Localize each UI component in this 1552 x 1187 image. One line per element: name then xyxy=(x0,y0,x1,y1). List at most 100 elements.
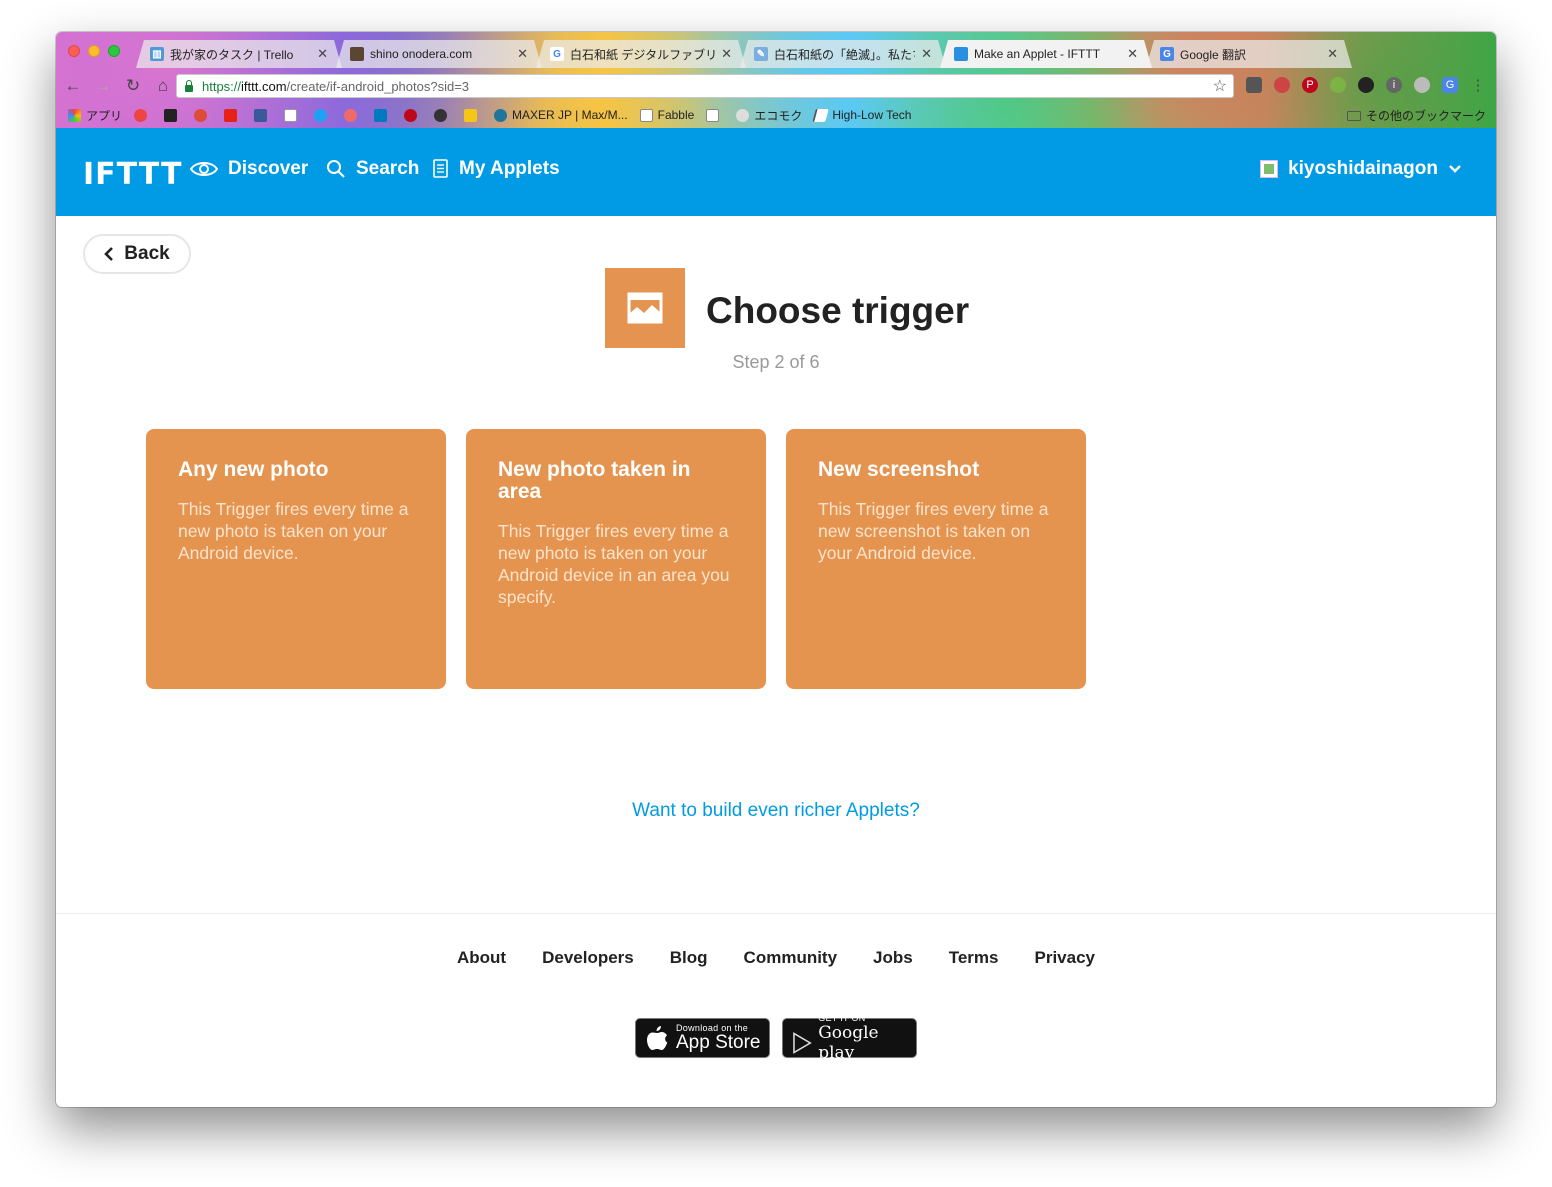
bookmark-item[interactable]: Fabble xyxy=(639,108,694,122)
google-play-badge[interactable]: GET IT ON Google play xyxy=(782,1013,917,1063)
bookmark-item[interactable] xyxy=(314,108,332,122)
menu-dots-icon[interactable]: ⋮ xyxy=(1470,77,1486,94)
bookmark-item[interactable] xyxy=(254,108,272,122)
footer-link-jobs[interactable]: Jobs xyxy=(873,948,913,968)
trigger-title: New photo taken in area xyxy=(498,458,691,503)
amazon-icon xyxy=(284,108,298,122)
bookmark-item[interactable] xyxy=(404,108,422,122)
bookmark-item[interactable]: High-Low Tech xyxy=(812,108,911,122)
nav-search[interactable]: Search xyxy=(326,158,419,180)
browser-tab[interactable]: ✎ 白石和紙の「絶滅」。私たち ✕ xyxy=(740,40,946,68)
apple-icon xyxy=(647,1026,668,1050)
footer-link-privacy[interactable]: Privacy xyxy=(1035,948,1096,968)
bookmark-item[interactable] xyxy=(706,108,724,122)
other-bookmarks[interactable]: その他のブックマーク xyxy=(1346,107,1486,124)
back-button[interactable]: Back xyxy=(83,234,191,274)
folder-icon xyxy=(1346,110,1361,121)
tab-close-icon[interactable]: ✕ xyxy=(517,46,528,62)
richer-applets-link[interactable]: Want to build even richer Applets? xyxy=(56,800,1496,822)
android-photos-service-icon xyxy=(605,268,685,348)
face-icon xyxy=(736,108,750,122)
back-arrow-icon[interactable]: ← xyxy=(60,76,86,96)
footer-link-developers[interactable]: Developers xyxy=(542,948,634,968)
url-scheme: https:// xyxy=(202,78,242,94)
bookmark-item[interactable]: アプリ xyxy=(68,107,122,124)
bookmark-item[interactable] xyxy=(464,108,482,122)
app-store-badge[interactable]: Download on the App Store xyxy=(635,1018,770,1058)
browser-chrome: ▥ 我が家のタスク | Trello ✕ shino onodera.com ✕… xyxy=(56,32,1496,128)
google-translate-favicon-icon: G xyxy=(1160,47,1174,61)
trigger-card-any-new-photo[interactable]: Any new photo This Trigger fires every t… xyxy=(146,429,446,689)
footer-divider xyxy=(56,913,1496,914)
extension-icon[interactable] xyxy=(1414,77,1430,93)
home-icon[interactable]: ⌂ xyxy=(150,76,176,96)
browser-tab[interactable]: ▥ 我が家のタスク | Trello ✕ xyxy=(136,40,342,68)
url-host: ifttt.com xyxy=(241,78,287,94)
google-plus-icon xyxy=(194,108,208,122)
ifttt-logo[interactable]: IFTTT xyxy=(83,157,182,192)
extension-icon[interactable] xyxy=(1274,77,1290,93)
extension-icons: P i G ⋮ xyxy=(1246,77,1496,94)
page-icon xyxy=(639,108,653,122)
bookmark-item[interactable] xyxy=(134,108,152,122)
translate-icon[interactable]: G xyxy=(1442,77,1458,93)
trigger-list: Any new photo This Trigger fires every t… xyxy=(146,429,1106,689)
footer-link-about[interactable]: About xyxy=(457,948,506,968)
bookmark-item[interactable] xyxy=(194,108,212,122)
bookmark-item[interactable]: MAXER JP | Max/M... xyxy=(494,108,628,122)
tab-close-icon[interactable]: ✕ xyxy=(1327,46,1338,62)
bookmark-item[interactable] xyxy=(224,108,242,122)
bookmark-star-icon[interactable]: ☆ xyxy=(1213,76,1227,96)
nav-discover[interactable]: Discover xyxy=(190,158,308,180)
chevron-down-icon xyxy=(1449,165,1461,173)
address-bar[interactable]: https:// ifttt.com /create/if-android_ph… xyxy=(176,74,1234,98)
android-icon[interactable] xyxy=(1330,77,1346,93)
tab-close-icon[interactable]: ✕ xyxy=(1127,46,1138,62)
trigger-card-new-photo-in-area[interactable]: New photo taken in area This Trigger fir… xyxy=(466,429,766,689)
nav-my-applets[interactable]: My Applets xyxy=(433,158,560,180)
footer-link-terms[interactable]: Terms xyxy=(949,948,999,968)
bookmark-item[interactable] xyxy=(164,108,182,122)
bookmark-item[interactable] xyxy=(374,108,392,122)
bookmark-item[interactable] xyxy=(284,108,302,122)
username: kiyoshidainagon xyxy=(1288,158,1438,179)
google-favicon-icon: G xyxy=(550,47,564,61)
pocket-icon[interactable] xyxy=(1246,77,1262,93)
tab-title: Make an Applet - IFTTT xyxy=(974,47,1101,61)
forward-arrow-icon[interactable]: → xyxy=(90,76,116,96)
tab-title: 白石和紙 デジタルファブリケー xyxy=(570,47,716,62)
tab-close-icon[interactable]: ✕ xyxy=(921,46,932,62)
user-menu[interactable]: kiyoshidainagon xyxy=(1260,158,1462,180)
bookmark-item[interactable] xyxy=(344,108,362,122)
bookmark-item[interactable]: エコモク xyxy=(736,107,802,124)
tab-close-icon[interactable]: ✕ xyxy=(721,46,732,62)
maximize-window-button[interactable] xyxy=(108,45,120,57)
info-icon[interactable]: i xyxy=(1386,77,1402,93)
trigger-card-new-screenshot[interactable]: New screenshot This Trigger fires every … xyxy=(786,429,1086,689)
trigger-description: This Trigger fires every time a new scre… xyxy=(818,499,1049,563)
trigger-description: This Trigger fires every time a new phot… xyxy=(178,499,409,563)
bookmark-favicon-icon xyxy=(164,108,178,122)
tab-title: 我が家のタスク | Trello xyxy=(170,47,294,62)
footer-links: About Developers Blog Community Jobs Ter… xyxy=(56,948,1496,968)
pinterest-icon[interactable]: P xyxy=(1302,77,1318,93)
tab-title: shino onodera.com xyxy=(370,47,473,61)
browser-tab-active[interactable]: Make an Applet - IFTTT ✕ xyxy=(940,40,1152,68)
browser-tab[interactable]: shino onodera.com ✕ xyxy=(336,40,542,68)
eye-icon xyxy=(190,162,218,176)
trello-icon xyxy=(374,108,388,122)
site-header: IFTTT Discover Search My Applets kiyoshi… xyxy=(56,128,1496,216)
close-window-button[interactable] xyxy=(68,45,80,57)
footer-link-community[interactable]: Community xyxy=(744,948,838,968)
minimize-window-button[interactable] xyxy=(88,45,100,57)
reload-icon[interactable]: ↻ xyxy=(120,76,146,96)
wordpress-icon xyxy=(494,108,508,122)
browser-tab[interactable]: G 白石和紙 デジタルファブリケー ✕ xyxy=(536,40,746,68)
tab-close-icon[interactable]: ✕ xyxy=(317,46,328,62)
pen-icon xyxy=(812,108,830,122)
browser-tab[interactable]: G Google 翻訳 ✕ xyxy=(1146,40,1352,68)
footer-link-blog[interactable]: Blog xyxy=(670,948,708,968)
tab-title: Google 翻訳 xyxy=(1180,47,1247,62)
bookmark-item[interactable] xyxy=(434,108,452,122)
extension-icon[interactable] xyxy=(1358,77,1374,93)
